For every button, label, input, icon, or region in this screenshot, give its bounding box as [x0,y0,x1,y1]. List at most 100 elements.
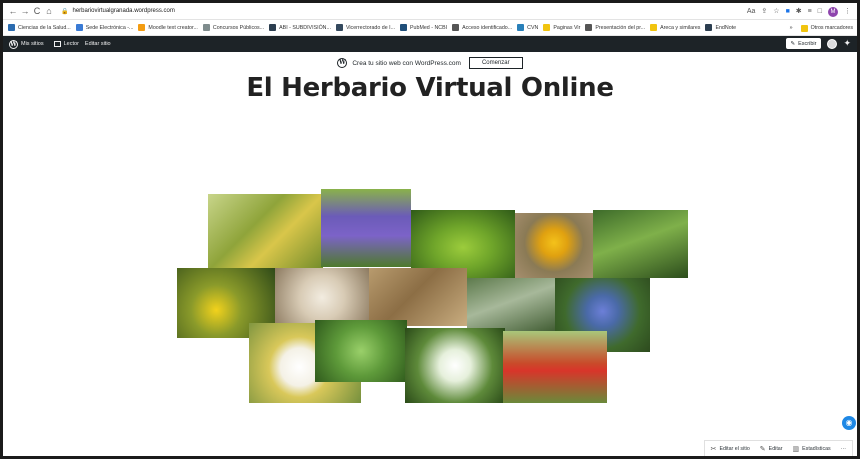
bookmarks-overflow: » Otros marcadores [785,20,853,35]
collage-lavender [321,189,411,267]
bookmark-icon [400,24,408,31]
bookmark-label: EndNote [715,24,737,31]
bookmark-item[interactable]: PubMed - NCBI [400,24,447,31]
bookmark-label: Sede Electrónica -... [85,24,134,31]
bookmark-item[interactable]: Concursos Públicos... [202,24,265,31]
bookmark-icon [452,24,460,31]
my-sites-link[interactable]: W Mis sitios [9,39,44,49]
bookmark-item[interactable]: Acceso identificado... [452,24,512,31]
url-text: herbariovirtualgranada.wordpress.com [72,8,175,14]
collage-roots [369,268,467,326]
collage-hops [208,194,323,271]
browser-toolbar: Aa ⇪ ☆ ■ ✱ ≡ □ M ⋮ [747,6,851,17]
stats-button[interactable]: ▥ Estadísticas [793,445,831,453]
profile-avatar[interactable]: M [828,6,838,17]
write-button[interactable]: ✎ Escribir [785,38,822,49]
wordpress-promo: W Crea tu sitio web con WordPress.com Co… [3,55,857,71]
collage-poppies [503,331,607,403]
wp-admin-bar: W Mis sitios Lector Editar sitio ✎ Escri… [3,36,857,52]
edit-site-link[interactable]: Editar sitio [85,41,111,47]
bookmark-label: Acceso identificado... [462,24,513,31]
bookmark-icon [138,24,146,31]
bookmark-item[interactable]: Presentación del pr... [585,24,645,31]
collage-shrub [467,278,555,333]
bookmark-icon [8,24,15,31]
wordpress-icon: W [9,39,18,49]
bookmark-icon [202,24,210,31]
bookmark-item[interactable]: Areca y similares [650,24,700,31]
editor-button[interactable]: ✎ Editar [760,445,783,453]
write-label: Escribir [798,40,817,47]
bookmark-label: PubMed - NCBI [410,24,448,31]
folder-icon [800,24,808,32]
bookmark-label: Ciencias de la Salud... [18,24,71,31]
lock-icon: 🔒 [61,8,69,15]
bookmark-label: ABI - SUBDIVISIÓN... [279,24,331,31]
bookmarks-bar: Ciencias de la Salud... Sede Electrónica … [3,20,857,36]
bookmark-item[interactable]: Paginas Vir [543,24,580,31]
browser-window: ← → C ⌂ 🔒 herbariovirtualgranada.wordpre… [0,0,860,459]
bookmark-item[interactable]: Ciencias de la Salud... [8,24,71,31]
bookmark-label: CVN [527,24,539,31]
bookmark-label: Areca y similares [660,24,701,31]
notifications-icon[interactable]: ✦ [843,38,851,49]
bookmark-icon [75,24,83,31]
bookmark-icon [705,24,713,31]
forward-icon[interactable]: → [19,3,31,20]
puzzle-icon[interactable]: ✱ [796,6,802,17]
other-bookmarks-folder[interactable]: Otros marcadores [811,25,853,31]
star-icon[interactable]: ☆ [773,6,779,17]
bookmark-item[interactable]: Sede Electrónica -... [75,24,134,31]
site-footer-toolbar: ✂ Editar el sitio ✎ Editar ▥ Estadística… [703,440,853,456]
bookmark-label: Concursos Públicos... [212,24,265,31]
tools-icon: ✂ [710,445,717,453]
my-sites-label: Mis sitios [21,41,44,47]
bookmark-item[interactable]: EndNote [705,24,736,31]
reload-icon[interactable]: C [31,3,43,20]
extension-blue-icon[interactable]: ■ [786,6,790,17]
edit-site-label: Editar sitio [84,41,111,47]
address-bar: ← → C ⌂ 🔒 herbariovirtualgranada.wordpre… [3,3,857,20]
bookmark-icon [335,24,343,31]
editor-label: Editar [768,445,783,452]
home-icon[interactable]: ⌂ [43,3,55,20]
collage-horsetail [593,210,688,278]
bookmark-icon [650,24,658,31]
bookmark-icon [543,24,551,31]
bookmark-item[interactable]: CVN [517,24,538,31]
text-size-icon[interactable]: Aa [747,6,756,17]
reader-label: Lector [63,41,79,47]
bookmark-icon [269,24,277,31]
stats-label: Estadísticas [802,445,831,452]
bookmark-item[interactable]: Moodle text creator... [138,24,198,31]
collage-garlic [275,268,369,327]
collage-marigold [515,213,593,279]
bookmark-label: Vicerrectorado de I... [345,24,396,31]
kebab-menu-icon[interactable]: ⋮ [844,6,851,17]
wordpress-icon: W [337,58,348,68]
bookmark-icon [585,24,593,31]
reader-link[interactable]: Lector [53,41,79,47]
bar-chart-icon: ▥ [792,445,800,453]
playlist-icon[interactable]: ≡ [808,6,812,17]
bookmark-label: Presentación del pr... [595,24,646,31]
help-globe-icon[interactable]: ◉ [842,416,856,430]
start-button[interactable]: Comenzar [468,57,523,69]
collage-white-blossoms [405,328,505,403]
url-field[interactable]: 🔒 herbariovirtualgranada.wordpress.com [61,8,175,15]
more-options-icon[interactable]: ··· [841,446,846,452]
edit-site-footer-button[interactable]: ✂ Editar el sitio [711,445,750,453]
user-avatar[interactable] [827,38,838,49]
bookmark-item[interactable]: ABI - SUBDIVISIÓN... [269,24,331,31]
share-icon[interactable]: ⇪ [761,6,767,17]
window-icon[interactable]: □ [818,6,822,17]
bookmark-item[interactable]: Vicerrectorado de I... [335,24,396,31]
pencil-icon: ✎ [759,445,766,453]
back-icon[interactable]: ← [7,3,19,20]
wp-admin-bar-right: ✎ Escribir ✦ [785,38,851,49]
edit-site-footer-label: Editar el sitio [719,445,750,452]
collage-mint [315,320,407,382]
bookmark-icon [517,24,525,31]
bookmark-label: Paginas Vir [553,24,581,31]
bookmarks-more-button[interactable]: » [790,25,793,31]
